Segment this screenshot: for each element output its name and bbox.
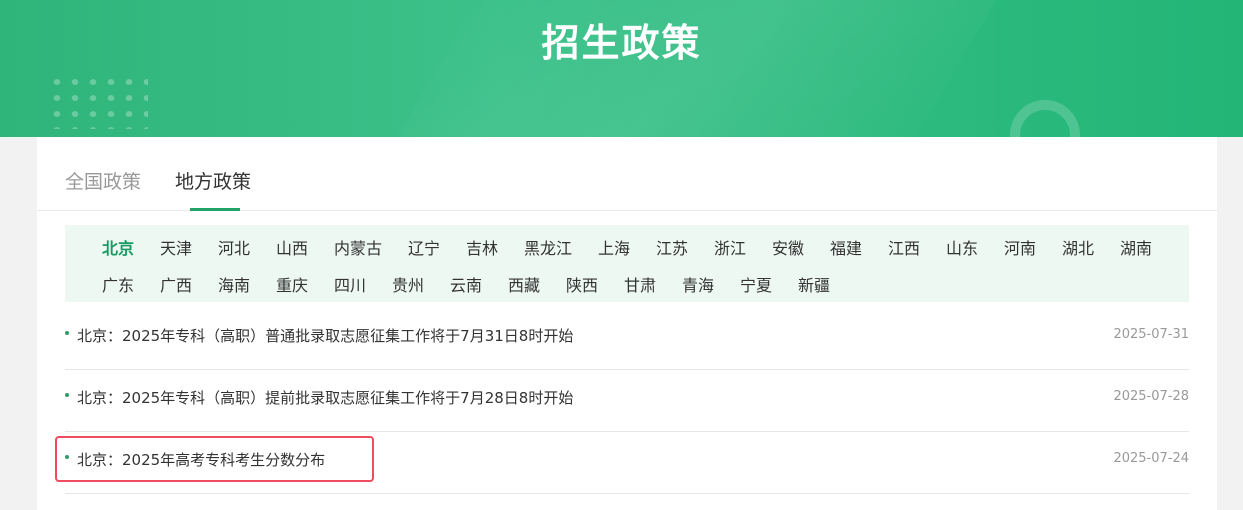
news-title-link[interactable]: 北京：2025年专科（高职）普通批录取志愿征集工作将于7月31日8时开始 — [77, 325, 573, 346]
region-hainan[interactable]: 海南 — [218, 272, 250, 296]
region-jiangsu[interactable]: 江苏 — [656, 235, 688, 259]
bullet-icon — [65, 455, 69, 459]
region-neimenggu[interactable]: 内蒙古 — [334, 235, 382, 259]
region-heilongjiang[interactable]: 黑龙江 — [524, 235, 572, 259]
ring-decoration — [1010, 100, 1080, 137]
region-ningxia[interactable]: 宁夏 — [740, 272, 772, 296]
region-chongqing[interactable]: 重庆 — [276, 272, 308, 296]
region-shandong[interactable]: 山东 — [946, 235, 978, 259]
region-zhejiang[interactable]: 浙江 — [714, 235, 746, 259]
region-shaanxi[interactable]: 陕西 — [566, 272, 598, 296]
region-shanghai[interactable]: 上海 — [598, 235, 630, 259]
region-selector: 北京 天津 河北 山西 内蒙古 辽宁 吉林 黑龙江 上海 江苏 浙江 安徽 福建… — [65, 225, 1189, 302]
region-fujian[interactable]: 福建 — [830, 235, 862, 259]
region-yunnan[interactable]: 云南 — [450, 272, 482, 296]
active-tab-indicator — [190, 208, 240, 211]
region-guangxi[interactable]: 广西 — [160, 272, 192, 296]
news-title-link[interactable]: 北京：2025年高考专科考生分数分布 — [77, 449, 325, 470]
region-hunan[interactable]: 湖南 — [1120, 235, 1152, 259]
region-shanxi[interactable]: 山西 — [276, 235, 308, 259]
policy-tabs: 全国政策 地方政策 — [37, 137, 1217, 211]
region-guizhou[interactable]: 贵州 — [392, 272, 424, 296]
region-sichuan[interactable]: 四川 — [334, 272, 366, 296]
news-list-item[interactable]: 北京：2025年高考专科考生分数分布 2025-07-24 — [65, 431, 1189, 494]
news-date: 2025-07-31 — [1113, 327, 1189, 342]
region-jiangxi[interactable]: 江西 — [888, 235, 920, 259]
news-list-item[interactable]: 北京：2025年专科（高职）普通批录取志愿征集工作将于7月31日8时开始 202… — [65, 307, 1189, 370]
region-henan[interactable]: 河南 — [1004, 235, 1036, 259]
bullet-icon — [65, 393, 69, 397]
dot-pattern-decoration — [48, 74, 148, 129]
header-banner: 招生政策 — [0, 0, 1243, 137]
news-title-link[interactable]: 北京：2025年专科（高职）提前批录取志愿征集工作将于7月28日8时开始 — [77, 387, 573, 408]
page-title: 招生政策 — [541, 21, 702, 65]
tab-national-policy[interactable]: 全国政策 — [65, 167, 141, 194]
region-tianjin[interactable]: 天津 — [160, 235, 192, 259]
region-beijing[interactable]: 北京 — [102, 235, 134, 259]
news-date: 2025-07-24 — [1113, 451, 1189, 466]
content-panel: 全国政策 地方政策 北京 天津 河北 山西 内蒙古 辽宁 吉林 黑龙江 上海 江… — [37, 137, 1217, 510]
bullet-icon — [65, 331, 69, 335]
region-xinjiang[interactable]: 新疆 — [798, 272, 830, 296]
region-guangdong[interactable]: 广东 — [102, 272, 134, 296]
region-hebei[interactable]: 河北 — [218, 235, 250, 259]
region-jilin[interactable]: 吉林 — [466, 235, 498, 259]
region-xizang[interactable]: 西藏 — [508, 272, 540, 296]
region-gansu[interactable]: 甘肃 — [624, 272, 656, 296]
region-qinghai[interactable]: 青海 — [682, 272, 714, 296]
region-liaoning[interactable]: 辽宁 — [408, 235, 440, 259]
tab-local-policy[interactable]: 地方政策 — [175, 167, 251, 194]
news-list-item[interactable]: 北京：2025年专科（高职）提前批录取志愿征集工作将于7月28日8时开始 202… — [65, 369, 1189, 432]
region-anhui[interactable]: 安徽 — [772, 235, 804, 259]
region-hubei[interactable]: 湖北 — [1062, 235, 1094, 259]
news-date: 2025-07-28 — [1113, 389, 1189, 404]
